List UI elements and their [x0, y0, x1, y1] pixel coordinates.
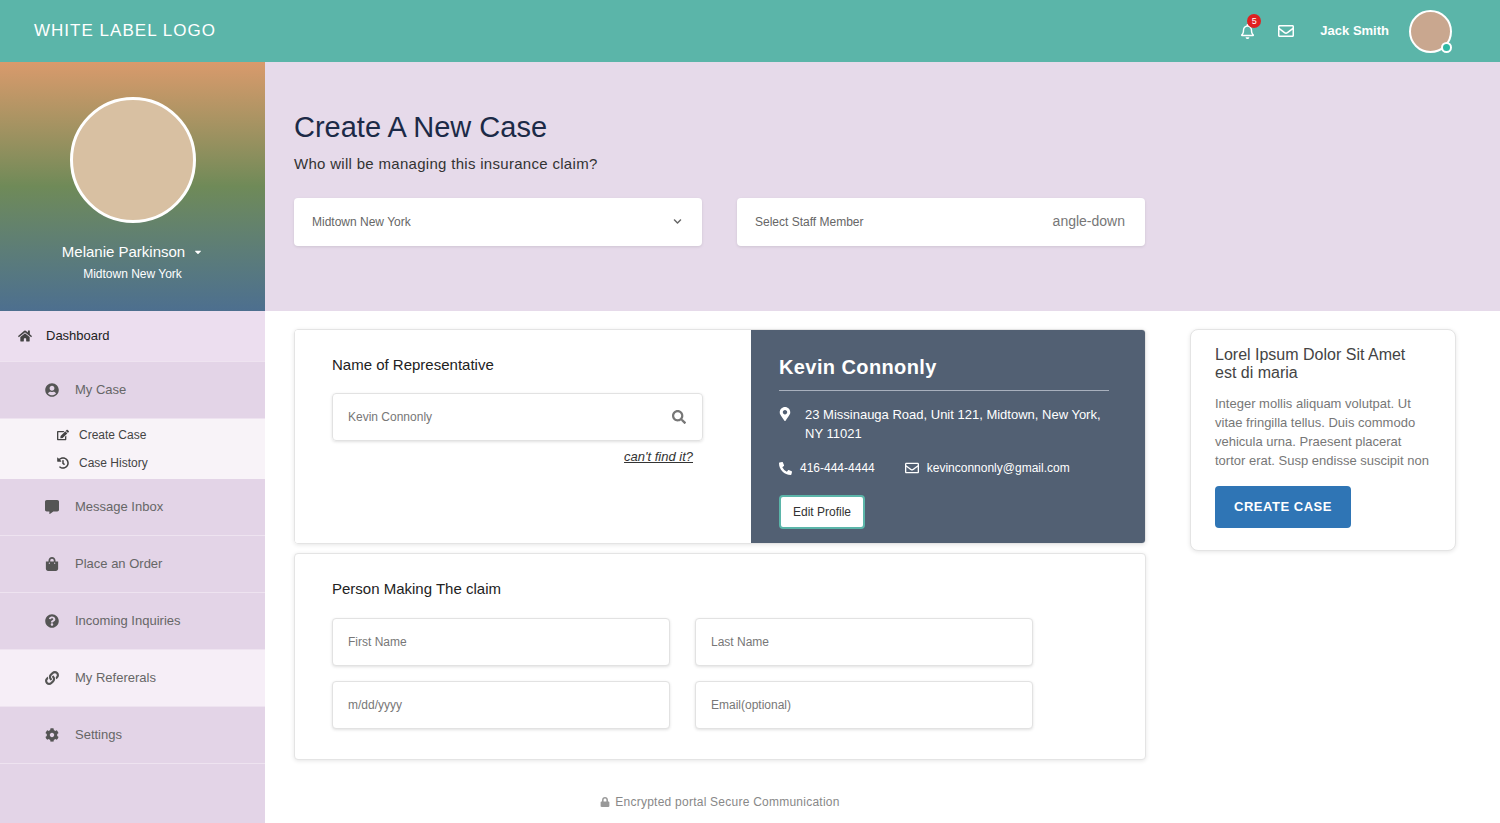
edit-profile-button[interactable]: Edit Profile — [779, 495, 865, 529]
lock-icon — [600, 797, 610, 807]
profile-avatar[interactable] — [70, 97, 196, 223]
main-content: Create A New Case Who will be managing th… — [265, 62, 1500, 823]
claimant-field[interactable] — [332, 618, 670, 666]
gear-icon — [45, 728, 59, 742]
sidebar-item[interactable]: Dashboard — [0, 311, 265, 362]
top-bar: WHITE LABEL LOGO 5 Jack Smith — [0, 0, 1500, 62]
select-dropdown[interactable]: Midtown New York — [294, 198, 702, 246]
contact-email: kevinconnonly@gmail.com — [927, 459, 1070, 477]
caret-down-icon — [193, 247, 203, 257]
link-icon — [45, 671, 59, 685]
sidebar-item[interactable]: Message Inbox — [0, 479, 265, 536]
app: WHITE LABEL LOGO 5 Jack Smith Melanie Parki… — [0, 0, 1500, 823]
page-title: Create A New Case — [294, 109, 1500, 145]
online-dot — [1441, 42, 1452, 53]
sidebar-item[interactable]: My Case — [0, 362, 265, 419]
phone-icon — [779, 462, 792, 475]
mail-icon[interactable] — [1278, 23, 1294, 39]
security-note: Encrypted portal Secure Communication — [294, 793, 1146, 811]
history-icon — [57, 457, 69, 469]
notifications-button[interactable]: 5 — [1236, 20, 1258, 42]
claimant-card: Person Making The claim — [294, 553, 1146, 760]
claimant-field[interactable] — [695, 618, 1033, 666]
mail-icon — [905, 461, 919, 475]
chat-icon — [45, 500, 59, 514]
select-dropdown[interactable]: Select Staff Memberangle-down — [737, 198, 1145, 246]
representative-card: Name of Representative can't find it? Kevi… — [294, 329, 1146, 544]
cant-find-link[interactable]: can't find it? — [624, 447, 693, 467]
logo[interactable]: WHITE LABEL LOGO — [34, 18, 216, 44]
map-pin-icon — [779, 407, 791, 421]
broken-icon-text: angle-down — [1053, 211, 1125, 232]
home-icon — [18, 329, 32, 343]
user-avatar[interactable] — [1409, 10, 1452, 53]
question-icon — [45, 614, 59, 628]
search-icon[interactable] — [672, 410, 686, 424]
info-card-title: Lorel Ipsum Dolor Sit Amet est di maria — [1215, 346, 1431, 382]
user-icon — [45, 383, 59, 397]
profile-name[interactable]: Melanie Parkinson — [62, 241, 203, 264]
notification-badge: 5 — [1247, 14, 1261, 28]
contact-name: Kevin Connonly — [779, 352, 1109, 382]
sidebar-subitem[interactable]: Case History — [0, 449, 265, 477]
info-card: Lorel Ipsum Dolor Sit Amet est di maria I… — [1190, 329, 1456, 551]
sidebar-subitem[interactable]: Create Case — [0, 421, 265, 449]
contact-phone: 416-444-4444 — [800, 459, 875, 477]
representative-search[interactable] — [332, 393, 703, 441]
bag-icon — [45, 557, 59, 571]
claimant-title: Person Making The claim — [332, 578, 1145, 601]
sidebar-nav: DashboardMy CaseCreate CaseCase HistoryM… — [0, 311, 265, 764]
profile-location: Midtown New York — [83, 265, 182, 283]
sidebar-item[interactable]: Settings — [0, 707, 265, 764]
sidebar-submenu: Create CaseCase History — [0, 419, 265, 479]
sidebar-item[interactable]: My Refererals — [0, 650, 265, 707]
user-name[interactable]: Jack Smith — [1320, 21, 1389, 41]
sidebar-item[interactable]: Incoming Inquiries — [0, 593, 265, 650]
profile-banner: Melanie ParkinsonMidtown New York — [0, 62, 265, 311]
info-card-body: Integer mollis aliquam volutpat. Ut vita… — [1215, 394, 1431, 470]
claimant-field[interactable] — [332, 681, 670, 729]
page-header: Create A New Case Who will be managing th… — [265, 62, 1500, 311]
representative-label: Name of Representative — [332, 354, 703, 377]
chevron-down-icon — [673, 217, 682, 226]
sidebar-item[interactable]: Place an Order — [0, 536, 265, 593]
create-case-button[interactable]: CREATE CASE — [1215, 486, 1351, 528]
sidebar: Melanie ParkinsonMidtown New YorkDashboa… — [0, 62, 265, 823]
edit-icon — [57, 429, 69, 441]
page-subtitle: Who will be managing this insurance clai… — [294, 153, 1500, 176]
contact-address: 23 Missinauga Road, Unit 121, Midtown, N… — [805, 405, 1109, 443]
contact-card: Kevin Connonly 23 Missinauga Road, Unit 1… — [751, 330, 1145, 543]
claimant-field[interactable] — [695, 681, 1033, 729]
